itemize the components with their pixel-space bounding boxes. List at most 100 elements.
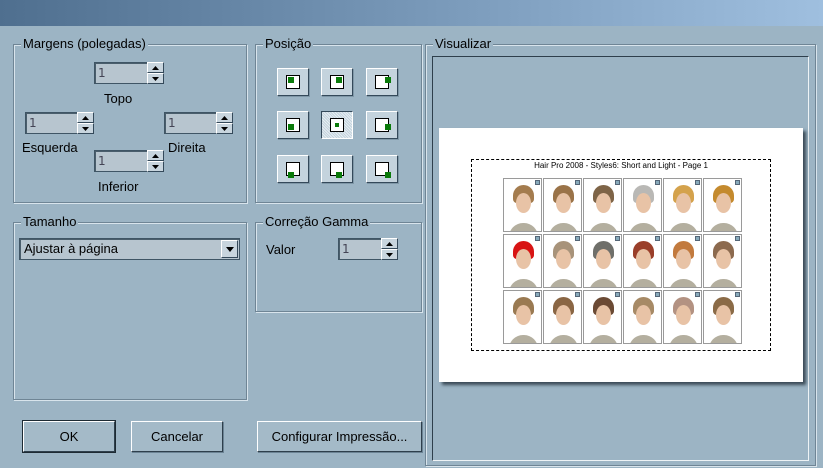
margin-bottom-spinner[interactable]: 1 — [94, 150, 164, 172]
position-marker-icon — [288, 124, 294, 130]
position-marker-icon — [336, 77, 342, 83]
position-marker-icon — [385, 172, 391, 178]
margin-right-down-button[interactable] — [216, 123, 233, 134]
thumbnail-face — [556, 305, 571, 325]
hairstyle-thumbnail — [583, 178, 622, 232]
position-right-button[interactable] — [366, 111, 398, 139]
preview-page: Hair Pro 2008 - Styles6: Short and Light… — [439, 128, 803, 382]
thumbnail-face — [596, 249, 611, 269]
ok-button[interactable]: OK — [22, 420, 116, 453]
thumbnail-face — [516, 193, 531, 213]
hairstyle-thumbnail — [583, 234, 622, 288]
margin-right-up-button[interactable] — [216, 112, 233, 123]
arrow-down-icon — [152, 76, 159, 81]
page-icon — [330, 118, 344, 132]
margin-left-spinner[interactable]: 1 — [25, 112, 94, 134]
page-icon — [375, 162, 391, 178]
position-bottom-left-button[interactable] — [277, 155, 309, 183]
margin-bottom-down-button[interactable] — [147, 161, 164, 172]
gamma-value-input[interactable]: 1 — [338, 238, 381, 260]
margin-right-label: Direita — [168, 140, 206, 155]
margin-top-down-button[interactable] — [147, 73, 164, 84]
thumbnail-badge-icon — [655, 236, 660, 241]
margin-top-input[interactable]: 1 — [94, 62, 147, 84]
margin-right-spinner[interactable]: 1 — [164, 112, 233, 134]
thumbnail-shoulders — [669, 223, 698, 231]
arrow-up-icon — [82, 115, 89, 120]
thumbnail-face — [676, 249, 691, 269]
position-left-button[interactable] — [277, 111, 309, 139]
page-icon — [330, 162, 344, 178]
hairstyle-thumbnail — [503, 290, 542, 344]
thumbnail-face — [636, 305, 651, 325]
arrow-down-icon — [82, 126, 89, 131]
thumbnail-face — [596, 193, 611, 213]
gamma-up-button[interactable] — [381, 238, 398, 249]
thumbnail-badge-icon — [575, 180, 580, 185]
thumbnail-shoulders — [589, 223, 618, 231]
thumbnail-face — [596, 305, 611, 325]
thumbnail-shoulders — [709, 223, 738, 231]
arrow-up-icon — [152, 65, 159, 70]
thumbnail-badge-icon — [695, 180, 700, 185]
thumbnail-shoulders — [509, 279, 538, 287]
dropdown-button[interactable] — [221, 240, 238, 258]
title-bar[interactable] — [0, 0, 823, 26]
position-marker-icon — [288, 77, 294, 83]
thumbnail-shoulders — [709, 335, 738, 343]
position-center-button[interactable] — [321, 111, 353, 139]
thumbnail-badge-icon — [735, 292, 740, 297]
thumbnail-badge-icon — [535, 180, 540, 185]
thumbnail-badge-icon — [655, 292, 660, 297]
margin-top-spinner[interactable]: 1 — [94, 62, 164, 84]
thumbnail-badge-icon — [615, 292, 620, 297]
position-bottom-right-button[interactable] — [366, 155, 398, 183]
margin-bottom-up-button[interactable] — [147, 150, 164, 161]
printer-setup-button[interactable]: Configurar Impressão... — [257, 421, 422, 452]
thumbnail-shoulders — [549, 335, 578, 343]
gamma-down-button[interactable] — [381, 249, 398, 260]
margin-left-down-button[interactable] — [77, 123, 94, 134]
hairstyle-thumbnail — [543, 178, 582, 232]
thumbnail-shoulders — [669, 279, 698, 287]
gamma-group: Correção Gamma — [255, 214, 422, 312]
margin-right-input[interactable]: 1 — [164, 112, 216, 134]
page-icon — [375, 118, 391, 132]
page-icon — [330, 75, 344, 89]
margin-left-input[interactable]: 1 — [25, 112, 77, 134]
position-top-right-button[interactable] — [366, 68, 398, 96]
thumbnail-badge-icon — [735, 180, 740, 185]
thumbnail-shoulders — [589, 335, 618, 343]
thumbnail-badge-icon — [535, 236, 540, 241]
margin-bottom-input[interactable]: 1 — [94, 150, 147, 172]
position-marker-icon — [385, 77, 391, 83]
position-top-button[interactable] — [321, 68, 353, 96]
print-area: Hair Pro 2008 - Styles6: Short and Light… — [471, 159, 771, 351]
thumbnail-badge-icon — [615, 236, 620, 241]
margin-top-up-button[interactable] — [147, 62, 164, 73]
preview-legend: Visualizar — [433, 36, 494, 52]
arrow-up-icon — [152, 153, 159, 158]
hairstyle-thumbnail — [543, 290, 582, 344]
gamma-spinner[interactable]: 1 — [338, 238, 398, 260]
thumbnail-face — [516, 305, 531, 325]
position-bottom-button[interactable] — [321, 155, 353, 183]
size-dropdown[interactable]: Ajustar à página — [19, 238, 240, 260]
page-icon — [286, 75, 300, 89]
thumbnail-face — [716, 249, 731, 269]
margin-bottom-label: Inferior — [98, 179, 139, 194]
thumbnail-face — [636, 249, 651, 269]
cancel-button[interactable]: Cancelar — [131, 421, 223, 452]
hairstyle-thumbnail — [583, 290, 622, 344]
gamma-legend: Correção Gamma — [263, 214, 371, 230]
thumbnail-shoulders — [709, 279, 738, 287]
size-legend: Tamanho — [21, 214, 79, 230]
position-top-left-button[interactable] — [277, 68, 309, 96]
chevron-down-icon — [225, 246, 234, 252]
arrow-down-icon — [386, 252, 393, 257]
thumbnail-shoulders — [549, 223, 578, 231]
hairstyle-thumbnail — [663, 234, 702, 288]
margin-left-up-button[interactable] — [77, 112, 94, 123]
position-marker-icon — [288, 172, 294, 178]
thumbnail-badge-icon — [535, 292, 540, 297]
